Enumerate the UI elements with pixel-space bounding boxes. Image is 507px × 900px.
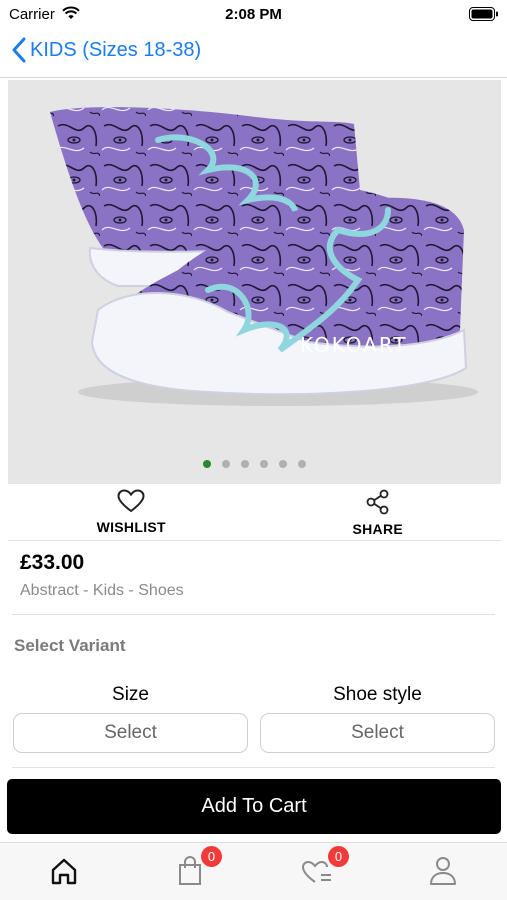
back-button[interactable]: KIDS (Sizes 18-38) xyxy=(12,37,201,63)
bottom-tab-bar: 0 0 xyxy=(0,842,507,900)
home-icon xyxy=(51,858,77,885)
navigation-bar: KIDS (Sizes 18-38) xyxy=(0,28,507,78)
tab-profile[interactable] xyxy=(423,853,463,889)
shoe-style-variant: Shoe style Select xyxy=(260,684,495,753)
wishlist-button[interactable]: WISHLIST xyxy=(8,486,255,540)
pagination-dot[interactable] xyxy=(260,460,268,468)
pagination-dot[interactable] xyxy=(279,460,287,468)
add-to-cart-button[interactable]: Add To Cart xyxy=(7,779,501,834)
size-select[interactable]: Select xyxy=(13,713,248,753)
battery-icon xyxy=(469,7,498,21)
wishlist-count-badge: 0 xyxy=(328,846,349,867)
share-label: SHARE xyxy=(352,521,403,537)
pagination-dot[interactable] xyxy=(203,460,211,468)
variant-section-title: Select Variant xyxy=(14,636,126,655)
size-variant: Size Select xyxy=(13,684,248,753)
wishlist-label: WISHLIST xyxy=(96,519,166,535)
product-image-gallery[interactable]: KOKOART xyxy=(8,80,501,484)
product-image: KOKOART xyxy=(50,107,478,406)
shoe-style-select[interactable]: Select xyxy=(260,713,495,753)
pagination-dot[interactable] xyxy=(222,460,230,468)
page-title: KIDS (Sizes 18-38) xyxy=(30,38,202,61)
divider xyxy=(12,767,495,768)
chevron-left-icon xyxy=(12,37,26,63)
product-categories: Abstract - Kids - Shoes xyxy=(20,582,184,599)
divider xyxy=(12,614,495,615)
pagination-dot[interactable] xyxy=(241,460,249,468)
cart-count-badge: 0 xyxy=(201,846,222,867)
size-label: Size xyxy=(112,684,149,705)
share-icon xyxy=(366,489,389,515)
product-price: £33.00 xyxy=(20,551,85,574)
status-time: 2:08 PM xyxy=(225,6,282,23)
share-button[interactable]: SHARE xyxy=(255,486,502,540)
tab-wishlist[interactable]: 0 xyxy=(297,846,349,889)
product-actions: WISHLIST SHARE xyxy=(8,486,501,541)
brand-watermark: KOKOART xyxy=(300,333,408,357)
user-icon xyxy=(430,857,456,885)
tab-home[interactable] xyxy=(44,853,84,889)
tab-cart[interactable]: 0 xyxy=(170,846,222,889)
shoe-style-label: Shoe style xyxy=(333,684,422,705)
pagination-dot[interactable] xyxy=(298,460,306,468)
status-bar: Carrier 2:08 PM xyxy=(0,0,507,28)
gallery-pagination[interactable] xyxy=(8,460,501,468)
heart-icon xyxy=(117,489,145,513)
